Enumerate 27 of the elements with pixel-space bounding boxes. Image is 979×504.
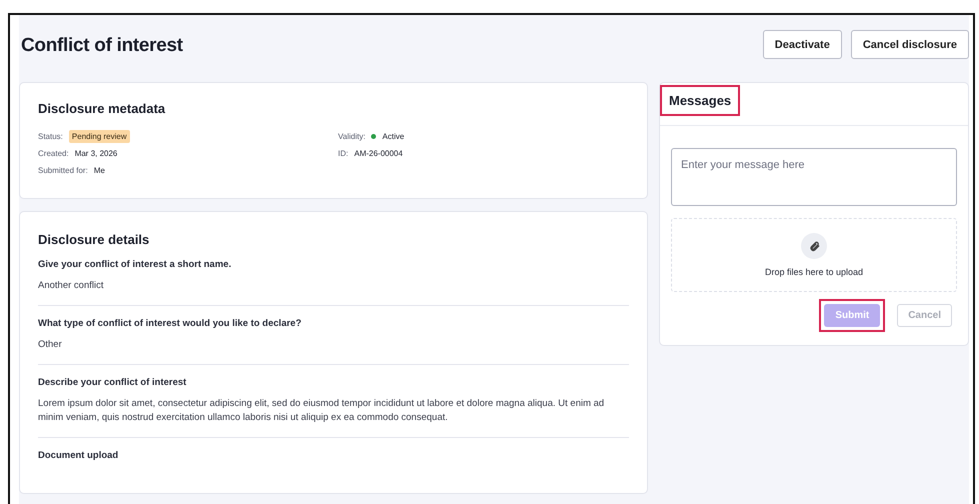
field-value: Mar 3, 2026 — [74, 148, 118, 158]
field-label: ID: — [338, 148, 348, 158]
file-dropzone[interactable]: Drop files here to upload — [671, 218, 957, 292]
field-value: AM-26-00004 — [354, 148, 403, 158]
answer-text: Another conflict — [38, 279, 104, 293]
field-value: Me — [94, 166, 105, 174]
page-title: Conflict of interest — [21, 35, 183, 57]
answer-text: Lorem ipsum dolor sit amet, consectetur adipiscing elit, sed do eiusmod tempor incididunt ut labore et dolore magna aliqua. Ut enim ad minim veniam, quis nostrud exercitation ullamco laboris nisi ut aliquip ex ea commodo consequat. — [38, 397, 606, 425]
card-title: Messages — [660, 85, 740, 116]
question-label: Describe your conflict of interest — [38, 377, 188, 388]
field-label: Status: — [38, 132, 63, 140]
message-input[interactable]: Enter your message here — [671, 148, 957, 206]
field-value: Active — [382, 132, 404, 140]
question-label: What type of conflict of interest would you like to declare? — [38, 318, 302, 329]
card-title: Disclosure metadata — [38, 101, 166, 116]
status-badge: Pending review — [68, 130, 130, 142]
card-title: Disclosure details — [38, 232, 150, 247]
field-label: Submitted for: — [38, 166, 88, 174]
field-label: Validity: — [338, 132, 366, 140]
field-label: Created: — [38, 148, 69, 158]
deactivate-button[interactable]: Deactivate — [762, 30, 842, 59]
question-label: Document upload — [38, 450, 120, 461]
question-label: Give your conflict of interest a short name. — [38, 259, 232, 270]
paperclip-icon — [808, 240, 820, 252]
dropzone-text: Drop files here to upload — [764, 267, 864, 277]
cancel-disclosure-button[interactable]: Cancel disclosure — [850, 30, 969, 59]
answer-text: Other — [38, 338, 63, 352]
